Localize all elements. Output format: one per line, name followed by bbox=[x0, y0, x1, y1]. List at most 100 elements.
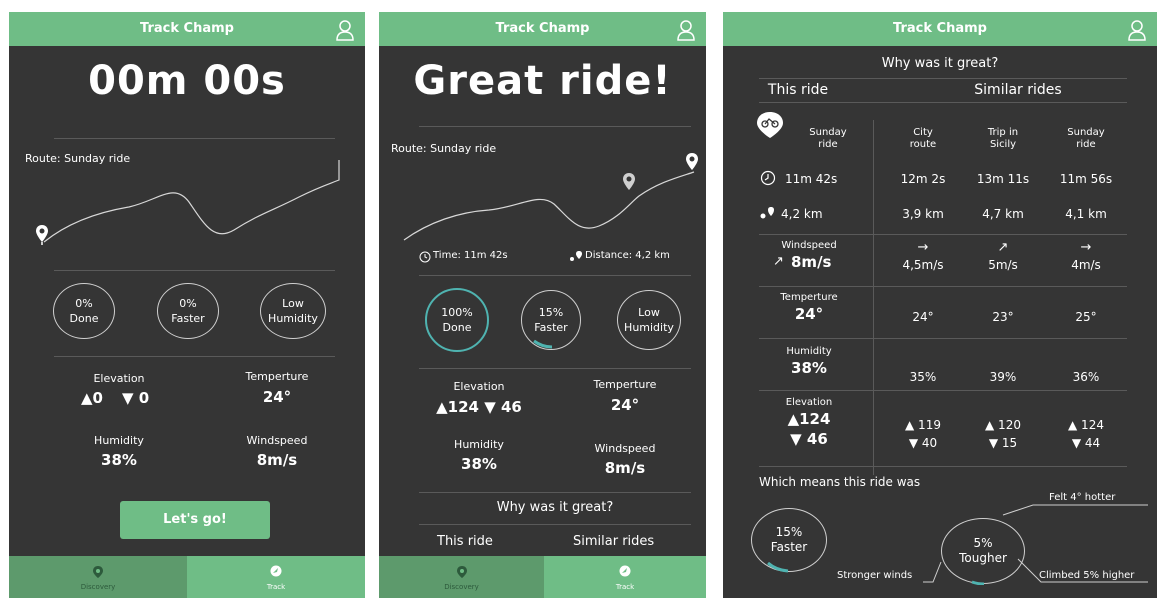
humidity-label: Humidity bbox=[94, 434, 144, 447]
sim2-temperature: 23° bbox=[992, 310, 1014, 324]
sim1-elevation-down: ▼ 40 bbox=[908, 436, 938, 450]
nav-discovery[interactable]: Discovery bbox=[9, 556, 187, 598]
sim2-col-line2: Sicily bbox=[989, 139, 1017, 150]
humidity-ring-value: Low bbox=[282, 297, 304, 310]
divider bbox=[54, 138, 335, 139]
track-icon bbox=[619, 565, 631, 577]
faster-label: Faster bbox=[770, 540, 808, 554]
time-label: Time: 11m 42s bbox=[433, 250, 508, 261]
temperature-value: 24° bbox=[262, 388, 292, 406]
faster-value: 15% bbox=[538, 306, 564, 319]
similar-rides-header: Similar rides bbox=[573, 534, 655, 549]
divider bbox=[419, 275, 691, 276]
sim2-time: 13m 11s bbox=[976, 172, 1030, 186]
route-elevation-graph bbox=[403, 171, 695, 241]
humidity-ring-label: Humidity bbox=[624, 321, 674, 334]
temperature-label: Temperture bbox=[780, 292, 838, 303]
divider bbox=[759, 78, 1127, 79]
sim3-windspeed: 4m/s bbox=[1071, 258, 1101, 272]
nav-discovery[interactable]: Discovery bbox=[379, 556, 544, 598]
elevation-label: Elevation bbox=[93, 372, 145, 385]
sim2-distance: 4,7 km bbox=[982, 207, 1024, 221]
similar-rides-header: Similar rides bbox=[974, 82, 1062, 98]
humidity-value: 38% bbox=[461, 455, 497, 473]
sim1-windspeed: 4,5m/s bbox=[902, 258, 944, 272]
sim2-windspeed: 5m/s bbox=[988, 258, 1018, 272]
faster-label: Faster bbox=[534, 321, 568, 334]
elevation-down-value: ▼ 0 bbox=[122, 389, 150, 407]
windspeed-value: 8m/s bbox=[256, 451, 298, 469]
sim3-elevation-down: ▼ 44 bbox=[1071, 436, 1101, 450]
sim3-distance: 4,1 km bbox=[1065, 207, 1107, 221]
windspeed-label: Windspeed bbox=[246, 434, 308, 447]
faster-label: Faster bbox=[171, 312, 205, 325]
faster-ring: 15% Faster bbox=[751, 508, 827, 573]
start-ride-screen: Track Champ 00m 00s Route: Sunday ride 0… bbox=[9, 12, 365, 598]
nav-discovery-label: Discovery bbox=[80, 583, 116, 591]
ride-summary-screen: Track Champ Great ride! Route: Sunday ri… bbox=[379, 12, 706, 598]
start-pin-icon bbox=[36, 225, 48, 245]
sim2-elevation-up: ▲ 120 bbox=[985, 418, 1021, 432]
windspeed-value: 8m/s bbox=[604, 459, 646, 477]
elevation-label: Elevation bbox=[453, 380, 505, 393]
location-pin-icon bbox=[93, 566, 103, 578]
bottom-nav: Discovery Track bbox=[9, 556, 365, 598]
humidity-ring: Low Humidity bbox=[617, 290, 681, 350]
elevation-value: ▲124 ▼ 46 bbox=[436, 398, 522, 416]
windspeed-label: Windspeed bbox=[594, 442, 656, 455]
sim3-col-line2: ride bbox=[1076, 139, 1096, 150]
this-ride-col-line2: ride bbox=[818, 139, 838, 150]
humidity-ring-value: Low bbox=[638, 306, 660, 319]
this-time: 11m 42s bbox=[785, 172, 838, 186]
location-pin-icon bbox=[456, 566, 467, 578]
why-title: Why was it great? bbox=[881, 56, 999, 71]
elevation-label: Elevation bbox=[785, 397, 833, 408]
divider bbox=[759, 234, 1127, 235]
sim1-wind-arrow: → bbox=[917, 240, 929, 255]
elevation-up-value: ▲0 bbox=[81, 389, 103, 407]
ride-timer: 00m 00s bbox=[88, 58, 286, 104]
faster-value: 15% bbox=[775, 525, 803, 539]
user-icon[interactable] bbox=[335, 19, 355, 41]
sim2-humidity: 39% bbox=[989, 370, 1017, 384]
sim1-col-line1: City bbox=[913, 127, 933, 138]
done-ring: 0% Done bbox=[53, 283, 115, 339]
nav-track[interactable]: Track bbox=[187, 556, 365, 598]
app-bar: Track Champ bbox=[379, 12, 706, 46]
means-title: Which means this ride was bbox=[759, 475, 921, 489]
faster-value: 0% bbox=[179, 297, 197, 310]
sim2-col-line1: Trip in bbox=[987, 127, 1019, 138]
sim2-wind-arrow: ↗ bbox=[997, 240, 1009, 255]
sim1-distance: 3,9 km bbox=[902, 207, 944, 221]
humidity-ring-label: Humidity bbox=[268, 312, 318, 325]
sim1-temperature: 24° bbox=[912, 310, 934, 324]
faster-ring: 0% Faster bbox=[157, 283, 219, 339]
nav-discovery-label: Discovery bbox=[444, 583, 479, 591]
lets-go-button[interactable]: Let's go! bbox=[120, 501, 270, 539]
done-label: Done bbox=[69, 312, 99, 325]
sim3-time: 11m 56s bbox=[1059, 172, 1113, 186]
timer-icon bbox=[760, 170, 776, 186]
sim3-temperature: 25° bbox=[1075, 310, 1097, 324]
sim3-humidity: 36% bbox=[1072, 370, 1100, 384]
divider bbox=[419, 492, 691, 493]
user-icon[interactable] bbox=[1127, 19, 1147, 41]
this-windspeed: 8m/s bbox=[791, 253, 832, 271]
divider bbox=[759, 338, 1127, 339]
temperature-label: Temperture bbox=[593, 378, 657, 391]
this-humidity: 38% bbox=[791, 359, 827, 377]
sim2-elevation-down: ▼ 15 bbox=[988, 436, 1018, 450]
nav-track[interactable]: Track bbox=[544, 556, 706, 598]
humidity-label: Humidity bbox=[454, 438, 504, 451]
divider bbox=[759, 466, 1127, 467]
user-icon[interactable] bbox=[676, 19, 696, 41]
faster-ring: 15% Faster bbox=[521, 290, 581, 350]
sim3-col-line1: Sunday bbox=[1067, 127, 1105, 138]
sim1-humidity: 35% bbox=[909, 370, 937, 384]
windspeed-label: Windspeed bbox=[781, 240, 837, 251]
humidity-ring: Low Humidity bbox=[260, 283, 326, 339]
nav-track-label: Track bbox=[615, 583, 635, 591]
this-elevation-up: ▲124 bbox=[787, 410, 831, 428]
bottom-nav: Discovery Track bbox=[379, 556, 706, 598]
this-ride-header: This ride bbox=[767, 82, 829, 98]
